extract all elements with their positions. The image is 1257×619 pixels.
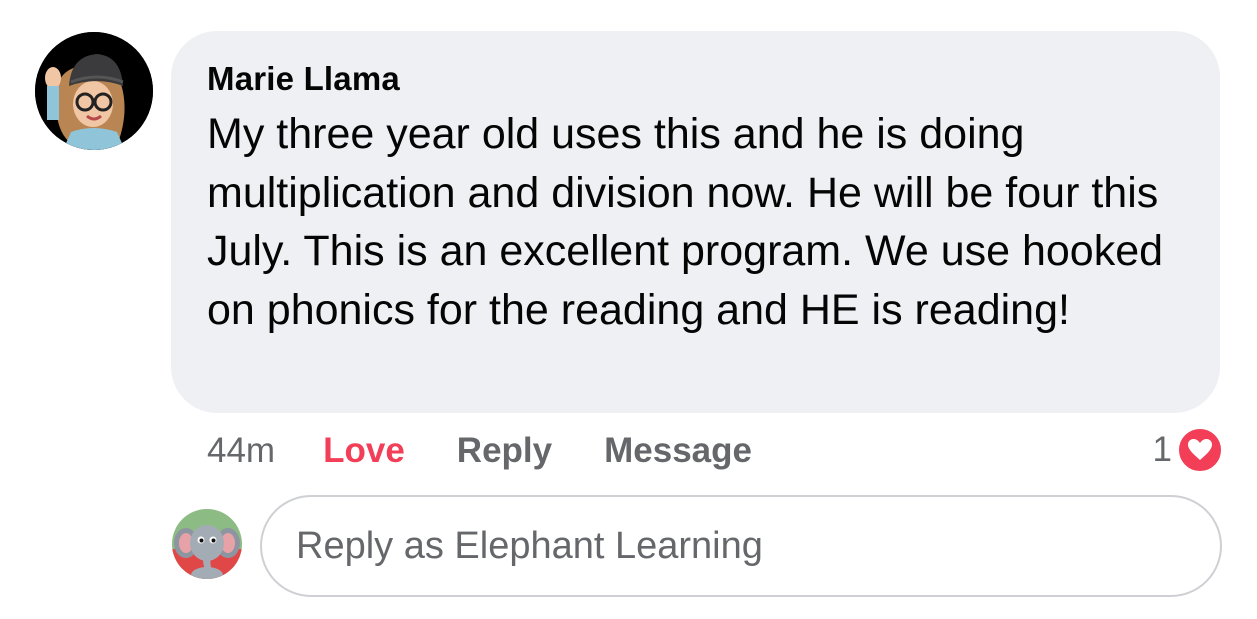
heart-icon [1176, 426, 1224, 474]
love-button[interactable]: Love [323, 431, 405, 471]
comment-thread: Marie Llama My three year old uses this … [0, 0, 1257, 619]
page-avatar[interactable] [172, 509, 242, 579]
reply-button[interactable]: Reply [457, 431, 552, 471]
comment-text: My three year old uses this and he is do… [207, 110, 1164, 334]
comment-actions: 44m Love Reply Message [207, 428, 804, 474]
commenter-avatar[interactable] [35, 32, 153, 150]
elephant-avatar-icon [172, 509, 242, 579]
message-button[interactable]: Message [604, 431, 752, 471]
comment-author[interactable]: Marie Llama [207, 59, 1190, 99]
reply-input[interactable] [260, 495, 1222, 597]
comment-timestamp[interactable]: 44m [207, 431, 275, 471]
comment-bubble: Marie Llama My three year old uses this … [171, 31, 1220, 413]
reaction-summary[interactable]: 1 [1153, 425, 1224, 475]
user-avatar-icon [35, 32, 153, 150]
reaction-count: 1 [1152, 430, 1172, 469]
